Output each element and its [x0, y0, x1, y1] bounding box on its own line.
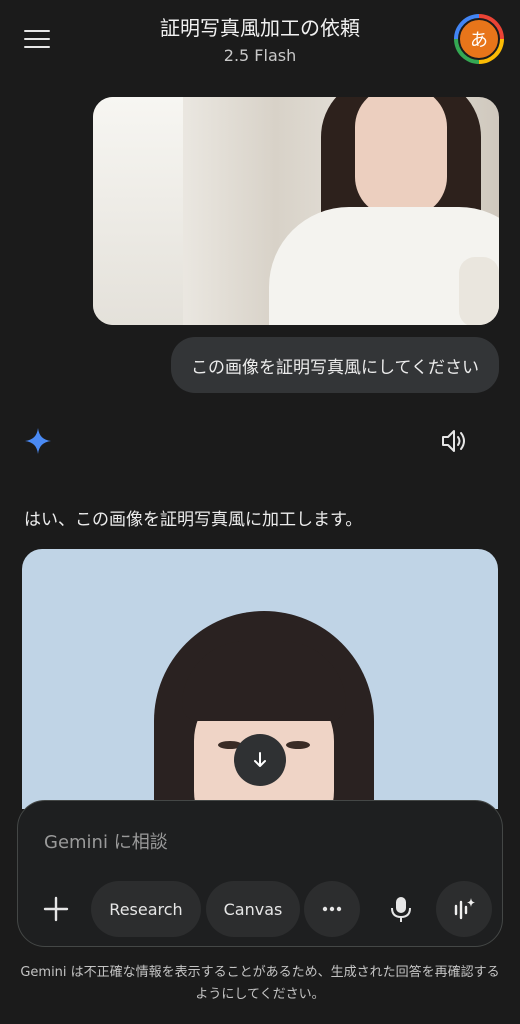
canvas-button[interactable]: Canvas: [206, 881, 300, 937]
add-attachment-icon[interactable]: [42, 895, 70, 923]
microphone-icon[interactable]: [388, 895, 414, 923]
avatar-initial: あ: [458, 18, 500, 60]
assistant-reply-text: はい、この画像を証明写真風に加工します。: [24, 510, 363, 530]
top-bar: 証明写真風加工の依頼 2.5 Flash あ: [0, 0, 520, 80]
speaker-icon[interactable]: [440, 427, 468, 455]
uploaded-photo[interactable]: [93, 97, 499, 325]
user-message-bubble: この画像を証明写真風にしてください: [171, 337, 499, 393]
conversation-title: 証明写真風加工の依頼: [160, 16, 360, 40]
gemini-spark-icon: [25, 428, 51, 454]
more-tools-button[interactable]: [304, 881, 360, 937]
more-dots-icon: [322, 906, 342, 912]
account-avatar[interactable]: あ: [454, 14, 504, 64]
chat-screen: 証明写真風加工の依頼 2.5 Flash あ この画像を証明写真風にしてください…: [0, 0, 520, 1024]
composer: Research Canvas: [17, 800, 503, 947]
model-selector[interactable]: 2.5 Flash: [0, 46, 520, 65]
arrow-down-icon: [254, 752, 266, 767]
prompt-input[interactable]: [42, 823, 466, 861]
gemini-live-button[interactable]: [436, 881, 492, 937]
disclaimer-text: Gemini は不正確な情報を表示することがあるため、生成された回答を再確認する…: [20, 965, 500, 1002]
live-waveform-icon: [454, 898, 475, 920]
scroll-to-bottom-button[interactable]: [234, 734, 286, 786]
research-button[interactable]: Research: [91, 881, 201, 937]
